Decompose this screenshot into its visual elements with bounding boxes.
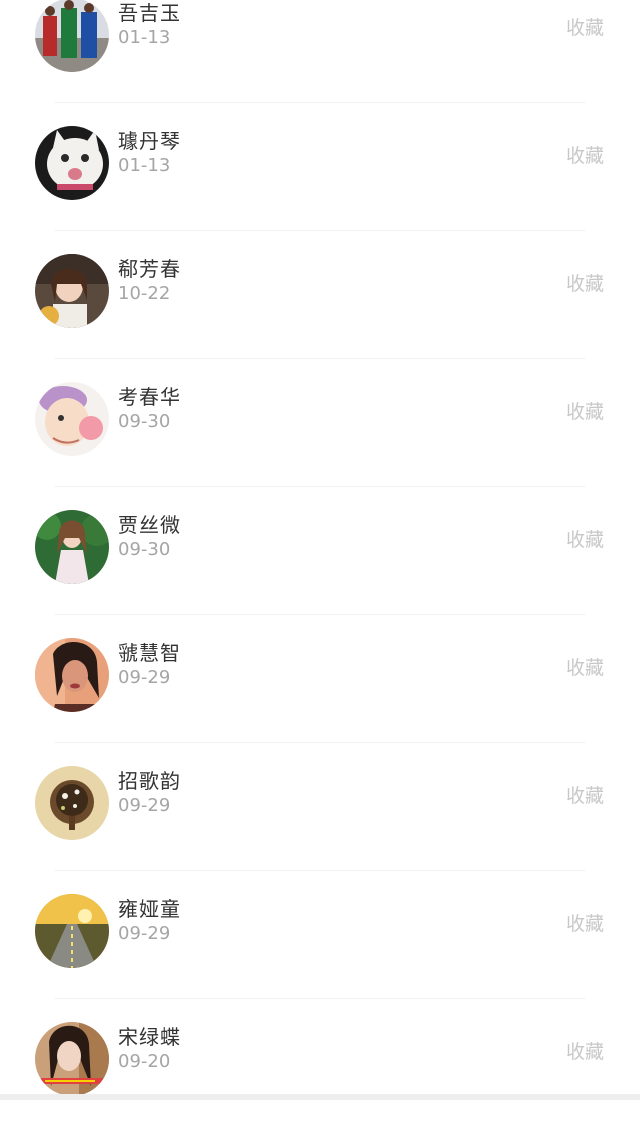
list-item[interactable]: 宋绿蝶 09-20 收藏 xyxy=(0,999,640,1127)
sunset-road-avatar[interactable] xyxy=(35,894,109,968)
woman-selfie-avatar[interactable] xyxy=(35,1022,109,1096)
list-item[interactable]: 考春华 09-30 收藏 xyxy=(0,359,640,487)
favorites-list: 吾吉玉 01-13 收藏 璩丹琴 01-13 收藏 郗芳春 10-22 收藏 考… xyxy=(0,0,640,1100)
favorite-button[interactable]: 收藏 xyxy=(566,141,604,168)
list-item[interactable]: 招歌韵 09-29 收藏 xyxy=(0,743,640,871)
illustrated-tree-avatar[interactable] xyxy=(35,766,109,840)
favorite-button[interactable]: 收藏 xyxy=(566,525,604,552)
item-name: 招歌韵 xyxy=(118,769,181,793)
list-item[interactable]: 雍娅童 09-29 收藏 xyxy=(0,871,640,999)
item-name: 宋绿蝶 xyxy=(118,1025,181,1049)
girl-in-forest-avatar[interactable] xyxy=(35,510,109,584)
list-item[interactable]: 贾丝微 09-30 收藏 xyxy=(0,487,640,615)
list-item[interactable]: 虢慧智 09-29 收藏 xyxy=(0,615,640,743)
item-name: 考春华 xyxy=(118,385,181,409)
woman-portrait-avatar[interactable] xyxy=(35,254,109,328)
item-name: 吾吉玉 xyxy=(118,1,181,25)
item-date: 09-30 xyxy=(118,411,171,432)
item-date: 01-13 xyxy=(118,27,171,48)
item-name: 雍娅童 xyxy=(118,897,181,921)
item-date: 09-29 xyxy=(118,667,171,688)
dark-hair-woman-avatar[interactable] xyxy=(35,638,109,712)
list-item[interactable]: 璩丹琴 01-13 收藏 xyxy=(0,103,640,231)
list-item[interactable]: 吾吉玉 01-13 收藏 xyxy=(0,0,640,103)
favorite-button[interactable]: 收藏 xyxy=(566,909,604,936)
item-date: 10-22 xyxy=(118,283,171,304)
cartoon-character-avatar[interactable] xyxy=(35,382,109,456)
favorite-button[interactable]: 收藏 xyxy=(566,781,604,808)
favorite-button[interactable]: 收藏 xyxy=(566,1037,604,1064)
item-name: 贾丝微 xyxy=(118,513,181,537)
item-name: 璩丹琴 xyxy=(118,129,181,153)
item-date: 09-30 xyxy=(118,539,171,560)
item-date: 01-13 xyxy=(118,155,171,176)
list-item[interactable]: 郗芳春 10-22 收藏 xyxy=(0,231,640,359)
item-name: 虢慧智 xyxy=(118,641,181,665)
bottom-edge xyxy=(0,1094,640,1100)
item-name: 郗芳春 xyxy=(118,257,181,281)
white-cat-avatar[interactable] xyxy=(35,126,109,200)
item-date: 09-29 xyxy=(118,923,171,944)
item-date: 09-20 xyxy=(118,1051,171,1072)
favorite-button[interactable]: 收藏 xyxy=(566,269,604,296)
favorite-button[interactable]: 收藏 xyxy=(566,397,604,424)
basketball-players-avatar[interactable] xyxy=(35,0,109,72)
favorite-button[interactable]: 收藏 xyxy=(566,13,604,40)
item-date: 09-29 xyxy=(118,795,171,816)
favorite-button[interactable]: 收藏 xyxy=(566,653,604,680)
